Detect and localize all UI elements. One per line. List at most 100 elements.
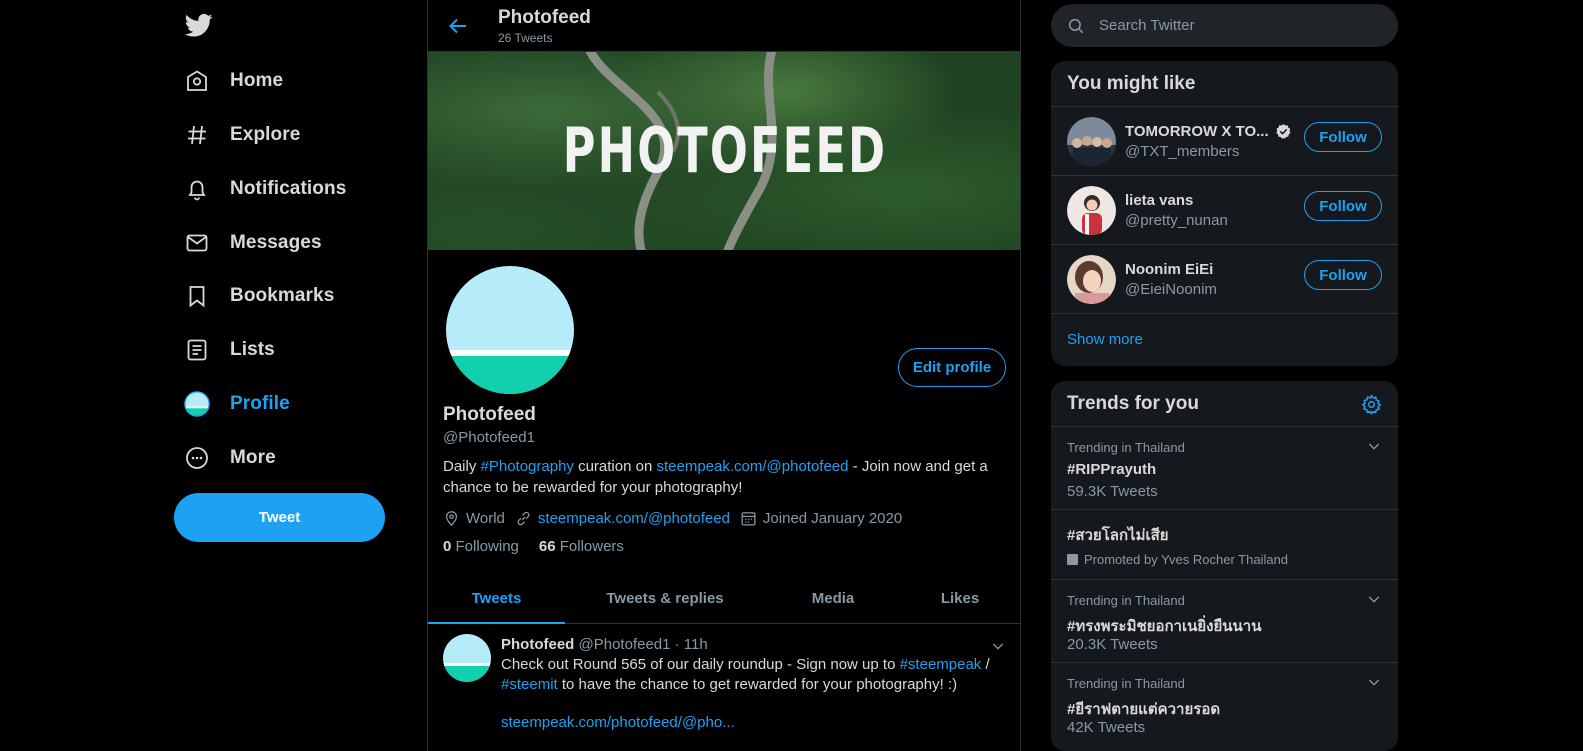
trend-count: 20.3K Tweets bbox=[1067, 636, 1158, 653]
location: World bbox=[443, 510, 505, 527]
nav-item-more[interactable]: More bbox=[178, 435, 288, 481]
nav-item-profile[interactable]: Profile bbox=[178, 381, 302, 427]
nav-item-label: Notifications bbox=[230, 178, 347, 199]
tweet-author-name[interactable]: Photofeed bbox=[501, 636, 574, 653]
tweet-avatar[interactable] bbox=[443, 634, 491, 682]
profile-avatar[interactable] bbox=[442, 262, 578, 398]
tweet-text-part: to have the chance to get rewarded for y… bbox=[557, 676, 958, 693]
settings-gear-icon[interactable] bbox=[1361, 394, 1382, 415]
nav-item-explore[interactable]: Explore bbox=[178, 112, 312, 158]
back-arrow-icon[interactable] bbox=[446, 14, 470, 38]
nav-item-label: Profile bbox=[230, 393, 290, 414]
suggested-user[interactable]: lieta vans @pretty_nunan Follow bbox=[1051, 176, 1398, 245]
who-to-follow-panel: You might like TOMORROW X TO... @TXT_mem… bbox=[1051, 61, 1398, 366]
profile-column: Photofeed 26 Tweets PHOTOFEED Edit profi… bbox=[427, 0, 1021, 751]
trend-item[interactable]: Trending in Thailand #ยีราฟตายแต่ควายรอด… bbox=[1051, 663, 1398, 751]
user-avatar[interactable] bbox=[1067, 255, 1116, 304]
follow-button[interactable]: Follow bbox=[1304, 191, 1382, 221]
profile-header-bar: Photofeed 26 Tweets bbox=[428, 0, 1020, 52]
follow-counts: 0 Following 66 Followers bbox=[443, 538, 644, 555]
follow-button[interactable]: Follow bbox=[1304, 122, 1382, 152]
nav-item-home[interactable]: Home bbox=[178, 58, 295, 104]
nav-item-messages[interactable]: Messages bbox=[178, 220, 334, 266]
nav-item-notifications[interactable]: Notifications bbox=[178, 166, 358, 212]
profile-bio: Daily #Photography curation on steempeak… bbox=[443, 456, 1003, 498]
tweet-text-part: / bbox=[981, 656, 990, 673]
nav-item-label: Home bbox=[230, 70, 284, 91]
trend-count: 42K Tweets bbox=[1067, 719, 1146, 736]
trend-name: #ทรงพระมิชยอกาเนยิ่งยืนนาน bbox=[1067, 618, 1262, 635]
bio-hashtag-link[interactable]: #Photography bbox=[481, 458, 574, 475]
trend-context: Trending in Thailand bbox=[1067, 676, 1185, 691]
chevron-down-icon[interactable] bbox=[1366, 591, 1382, 607]
bio-text: Daily bbox=[443, 458, 481, 475]
suggested-user[interactable]: TOMORROW X TO... @TXT_members Follow bbox=[1051, 107, 1398, 176]
following-label: Following bbox=[455, 538, 519, 555]
follow-button[interactable]: Follow bbox=[1304, 260, 1382, 290]
suggested-user-handle: @pretty_nunan bbox=[1125, 212, 1228, 229]
bio-text: curation on bbox=[573, 458, 657, 475]
calendar-icon bbox=[741, 511, 756, 526]
following-link[interactable]: 0 Following bbox=[443, 538, 519, 555]
edit-profile-button[interactable]: Edit profile bbox=[898, 348, 1006, 387]
suggested-user-handle: @TXT_members bbox=[1125, 143, 1240, 160]
promoted-trend-item[interactable]: #สวยโลกไม่เสีย Promoted by Yves Rocher T… bbox=[1051, 510, 1398, 580]
tweet-hashtag-link[interactable]: #steempeak bbox=[900, 656, 982, 673]
nav-item-label: More bbox=[230, 447, 276, 468]
user-avatar[interactable] bbox=[1067, 186, 1116, 235]
tweet-text-part: Check out Round 565 of our daily roundup… bbox=[501, 656, 900, 673]
suggested-user-name: Noonim EiEi bbox=[1125, 261, 1214, 278]
location-pin-icon bbox=[445, 510, 458, 526]
tab-tweets-and-replies[interactable]: Tweets & replies bbox=[585, 573, 745, 623]
promoted-text: Promoted by Yves Rocher Thailand bbox=[1084, 552, 1289, 567]
trends-panel: Trends for you Trending in Thailand #RIP… bbox=[1051, 381, 1398, 751]
bio-website-link[interactable]: steempeak.com/@photofeed bbox=[656, 458, 848, 475]
suggested-user-name: lieta vans bbox=[1125, 192, 1194, 209]
search-icon bbox=[1067, 17, 1085, 35]
profile-name: Photofeed bbox=[443, 404, 536, 425]
profile-tabs: Tweets Tweets & replies Media Likes bbox=[428, 573, 1020, 624]
trend-name: #RIPPrayuth bbox=[1067, 461, 1157, 478]
tweet-text: Check out Round 565 of our daily roundup… bbox=[501, 655, 1001, 695]
verified-badge-icon bbox=[1275, 124, 1291, 139]
search-input[interactable] bbox=[1099, 17, 1379, 34]
nav-item-label: Explore bbox=[230, 124, 301, 145]
followers-link[interactable]: 66 Followers bbox=[539, 538, 624, 555]
hashtag-icon bbox=[184, 122, 210, 148]
nav-item-label: Lists bbox=[230, 339, 275, 360]
suggested-user[interactable]: Noonim EiEi @EieiNoonim Follow bbox=[1051, 245, 1398, 314]
user-avatar[interactable] bbox=[1067, 117, 1116, 166]
promoted-icon bbox=[1067, 554, 1078, 565]
tab-likes[interactable]: Likes bbox=[918, 573, 1002, 623]
nav-item-lists[interactable]: Lists bbox=[178, 327, 287, 373]
trend-name: #สวยโลกไม่เสีย bbox=[1067, 527, 1169, 544]
profile-banner[interactable]: PHOTOFEED bbox=[428, 52, 1020, 250]
tweet-url-link[interactable]: steempeak.com/photofeed/@pho... bbox=[501, 714, 735, 731]
tab-tweets[interactable]: Tweets bbox=[428, 573, 565, 624]
list-icon bbox=[184, 337, 210, 363]
tweet-handle-time: @Photofeed1 · 11h bbox=[578, 636, 708, 653]
bookmark-icon bbox=[184, 283, 210, 309]
website-link[interactable]: steempeak.com/@photofeed bbox=[538, 510, 730, 527]
profile-avatar-icon bbox=[184, 391, 210, 417]
show-more-link[interactable]: Show more bbox=[1051, 314, 1398, 364]
user-name-text: TOMORROW X TO... bbox=[1125, 123, 1269, 140]
search-box[interactable] bbox=[1051, 4, 1398, 47]
suggested-user-handle: @EieiNoonim bbox=[1125, 281, 1217, 298]
tweet-count: 26 Tweets bbox=[498, 31, 553, 45]
trend-item[interactable]: Trending in Thailand #ทรงพระมิชยอกาเนยิ่… bbox=[1051, 580, 1398, 663]
chevron-down-icon[interactable] bbox=[1366, 438, 1382, 454]
trend-context: Trending in Thailand bbox=[1067, 440, 1185, 455]
followers-label: Followers bbox=[559, 538, 624, 555]
nav-item-bookmarks[interactable]: Bookmarks bbox=[178, 273, 346, 319]
tab-media[interactable]: Media bbox=[788, 573, 878, 623]
nav-item-label: Messages bbox=[230, 232, 322, 253]
trends-title: Trends for you bbox=[1051, 381, 1398, 427]
chevron-down-icon[interactable] bbox=[1366, 674, 1382, 690]
twitter-bird-icon[interactable] bbox=[184, 11, 214, 39]
tweet-item[interactable]: Photofeed @Photofeed1 · 11h Check out Ro… bbox=[428, 624, 1020, 751]
trend-item[interactable]: Trending in Thailand #RIPPrayuth 59.3K T… bbox=[1051, 427, 1398, 510]
chevron-down-icon[interactable] bbox=[990, 638, 1006, 654]
tweet-button[interactable]: Tweet bbox=[174, 493, 385, 542]
tweet-hashtag-link[interactable]: #steemit bbox=[501, 676, 558, 693]
